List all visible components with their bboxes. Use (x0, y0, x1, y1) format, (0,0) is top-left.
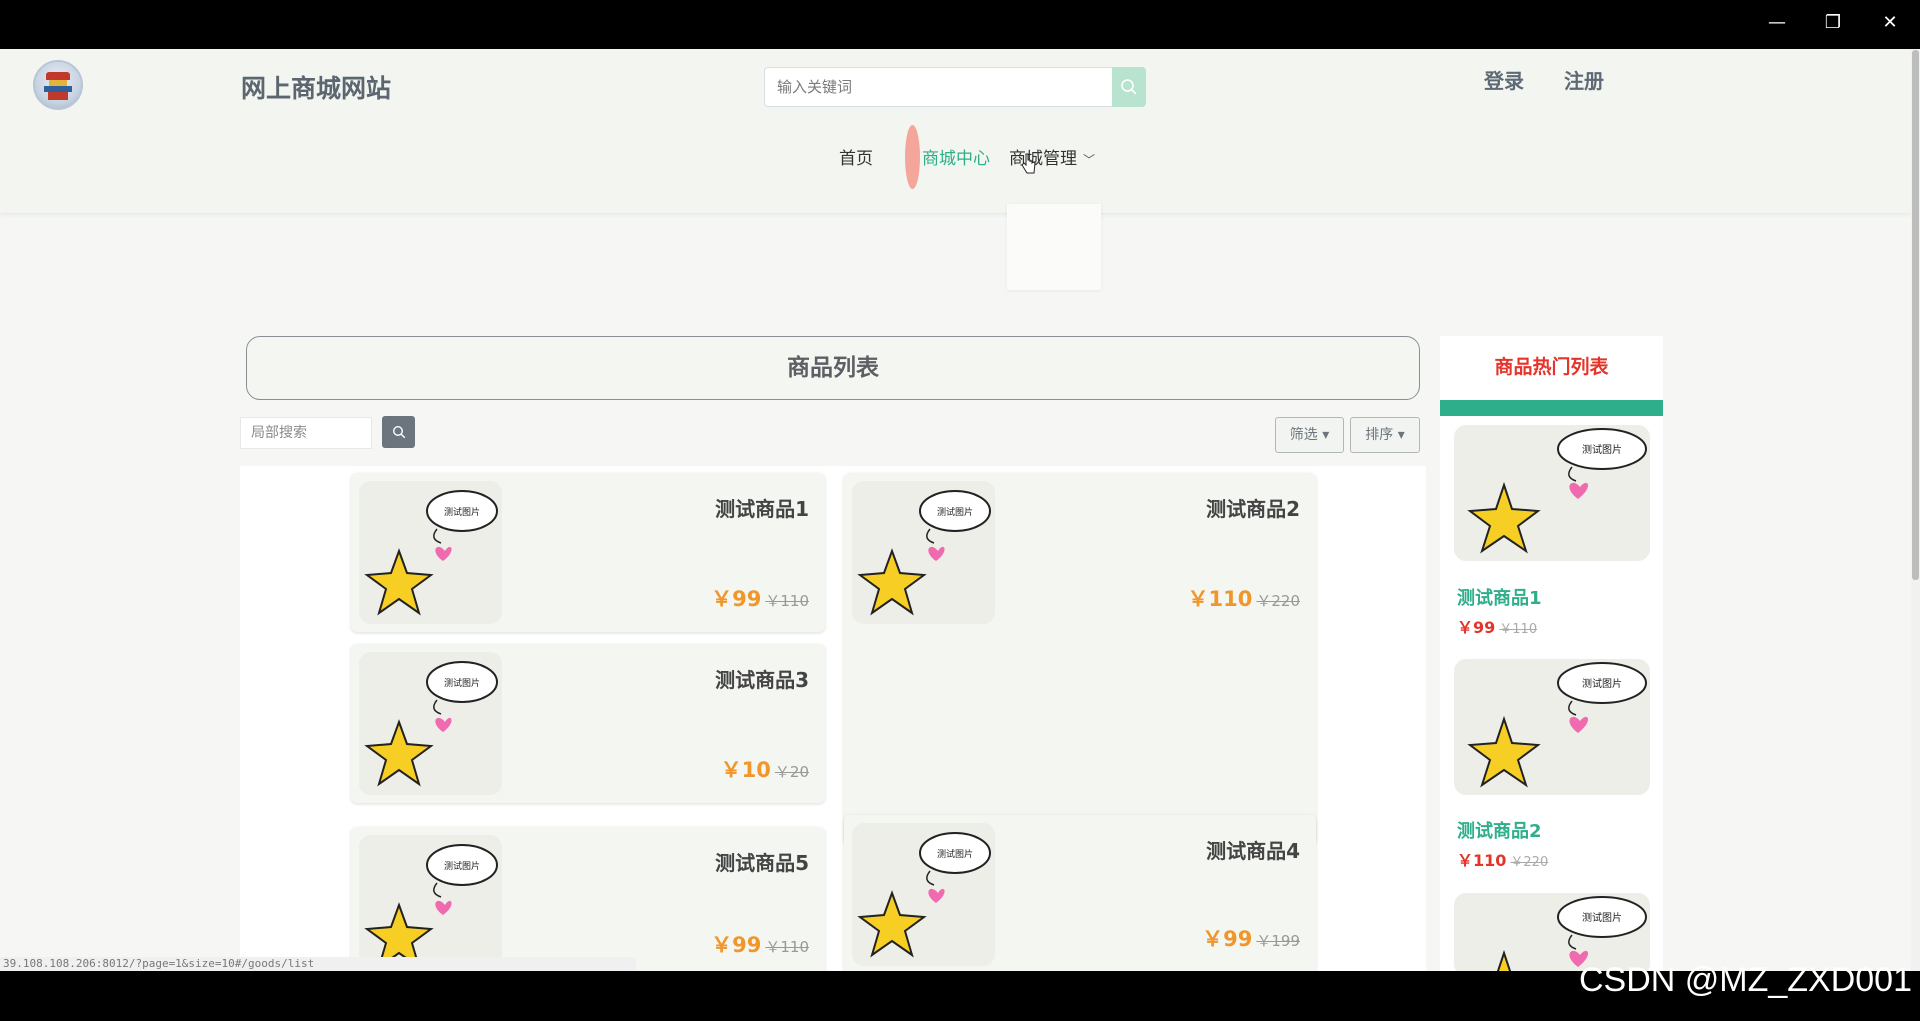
current-price: ￥99 (711, 587, 762, 611)
dropdown-item[interactable] (1007, 232, 1101, 260)
page-viewport: 网上商城网站 登录 注册 首页 商城中心 商城管理 ﹀ 商品列表 (0, 49, 1920, 971)
star-heart-illustration: 测试图片 (364, 661, 498, 787)
site-logo[interactable] (33, 60, 83, 110)
watermark: CSDN @MZ_ZXD001 (1578, 961, 1912, 999)
image-caption: 测试图片 (1582, 677, 1622, 690)
product-price: ￥99 ￥199 (1202, 923, 1300, 953)
filter-label: 筛选 (1289, 427, 1318, 443)
restore-icon[interactable]: ❐ (1813, 8, 1853, 38)
hot-products-panel: 商品热门列表 测试图片 测试商品1 ￥99 ￥110 测试图片 测试商品2 ￥1… (1440, 336, 1663, 971)
caret-down-icon: ▾ (1393, 427, 1405, 443)
original-price: ￥110 (765, 592, 809, 610)
hot-item-price: ￥110 ￥220 (1457, 847, 1548, 871)
product-name[interactable]: 测试商品1 (715, 493, 809, 522)
hot-item-image[interactable]: 测试图片 (1454, 659, 1650, 795)
site-title: 网上商城网站 (241, 74, 392, 103)
hot-item-price: ￥99 ￥110 (1457, 614, 1537, 638)
product-card[interactable]: 测试图片 测试商品3 ￥10 ￥20 (351, 644, 825, 803)
nav-mall-manage-label: 商城管理 (1009, 149, 1077, 169)
nav-mall-center[interactable]: 商城中心 (922, 144, 990, 169)
mall-manage-dropdown (1007, 204, 1101, 290)
hot-item-name[interactable]: 测试商品1 (1457, 584, 1542, 610)
caret-down-icon: ▾ (1317, 427, 1330, 443)
window-title-bar: — ❐ ✕ (0, 0, 1920, 49)
product-image[interactable]: 测试图片 (852, 481, 995, 624)
product-price: ￥99 ￥110 (711, 583, 809, 613)
search-icon (1121, 79, 1137, 95)
current-price: ￥10 (720, 758, 771, 782)
original-price: ￥110 (1499, 622, 1538, 637)
register-link[interactable]: 注册 (1564, 65, 1604, 94)
nav-active-indicator (905, 125, 920, 189)
original-price: ￥220 (1510, 855, 1549, 870)
sort-label: 排序 (1365, 427, 1394, 443)
nav-home[interactable]: 首页 (839, 144, 873, 169)
star-heart-illustration: 测试图片 (364, 490, 498, 616)
chevron-down-icon: ﹀ (1083, 153, 1096, 167)
current-price: ￥99 (711, 933, 762, 957)
product-price: ￥10 ￥20 (721, 754, 809, 784)
product-name[interactable]: 测试商品4 (1206, 835, 1300, 864)
hand-cursor-icon (1021, 153, 1036, 174)
original-price: ￥220 (1256, 592, 1300, 610)
image-caption: 测试图片 (1582, 911, 1622, 924)
dropdown-item[interactable] (1007, 204, 1101, 232)
scrollbar-thumb[interactable] (1912, 50, 1919, 580)
search-bar (764, 67, 1146, 107)
image-caption: 测试图片 (444, 506, 480, 518)
product-price: ￥110 ￥220 (1188, 583, 1300, 613)
hot-item-name[interactable]: 测试商品2 (1457, 817, 1542, 843)
product-image[interactable]: 测试图片 (852, 823, 995, 966)
current-price: ￥110 (1187, 587, 1253, 611)
star-heart-illustration: 测试图片 (1496, 896, 1647, 971)
product-price: ￥99 ￥110 (711, 929, 809, 959)
minimize-icon[interactable]: — (1757, 8, 1797, 38)
star-heart-illustration: 测试图片 (364, 844, 498, 970)
local-search-button[interactable] (382, 416, 415, 448)
image-caption: 测试图片 (444, 860, 480, 872)
original-price: ￥199 (1256, 932, 1300, 950)
product-card[interactable]: 测试图片 测试商品5 ￥99 ￥110 (351, 827, 825, 971)
image-caption: 测试图片 (937, 506, 973, 518)
current-price: ￥110 (1457, 851, 1507, 870)
product-card[interactable]: 测试图片 测试商品2 ￥110 ￥220 (844, 473, 1316, 845)
image-caption: 测试图片 (1582, 443, 1622, 456)
close-icon[interactable]: ✕ (1870, 8, 1910, 38)
hot-item-image[interactable]: 测试图片 (1454, 893, 1650, 971)
original-price: ￥110 (765, 938, 809, 956)
image-caption: 测试图片 (937, 848, 973, 860)
product-name[interactable]: 测试商品3 (715, 664, 809, 693)
local-search-input[interactable] (240, 417, 372, 449)
product-card[interactable]: 测试图片 测试商品1 ￥99 ￥110 (351, 473, 825, 632)
product-list-title: 商品列表 (246, 336, 1420, 400)
original-price: ￥20 (774, 763, 809, 781)
product-image[interactable]: 测试图片 (359, 481, 502, 624)
hot-list-title: 商品热门列表 (1494, 356, 1609, 378)
site-header: 网上商城网站 登录 注册 首页 商城中心 商城管理 ﹀ (0, 49, 1911, 213)
product-image[interactable]: 测试图片 (359, 835, 502, 971)
search-button[interactable] (1112, 67, 1146, 107)
star-heart-illustration: 测试图片 (857, 832, 991, 958)
hot-item-image[interactable]: 测试图片 (1454, 425, 1650, 561)
image-caption: 测试图片 (444, 677, 480, 689)
product-card[interactable]: 测试图片 测试商品4 ￥99 ￥199 (844, 815, 1316, 971)
search-input[interactable] (764, 67, 1112, 107)
login-link[interactable]: 登录 (1484, 65, 1524, 94)
sort-dropdown-button[interactable]: 排序 ▾ (1350, 417, 1420, 453)
status-bar-url: 39.108.108.206:8012/?page=1&size=10#/goo… (0, 957, 636, 971)
current-price: ￥99 (1202, 927, 1253, 951)
current-price: ￥99 (1457, 618, 1496, 637)
product-name[interactable]: 测试商品2 (1206, 493, 1300, 522)
star-heart-illustration: 测试图片 (1467, 428, 1647, 554)
filter-dropdown-button[interactable]: 筛选 ▾ (1275, 417, 1344, 453)
star-heart-illustration: 测试图片 (1467, 662, 1647, 788)
product-name[interactable]: 测试商品5 (715, 847, 809, 876)
dropdown-item[interactable] (1007, 260, 1101, 288)
product-image[interactable]: 测试图片 (359, 652, 502, 795)
hot-list-accent-bar (1440, 400, 1663, 416)
search-icon (392, 425, 405, 439)
star-heart-illustration: 测试图片 (857, 490, 991, 616)
